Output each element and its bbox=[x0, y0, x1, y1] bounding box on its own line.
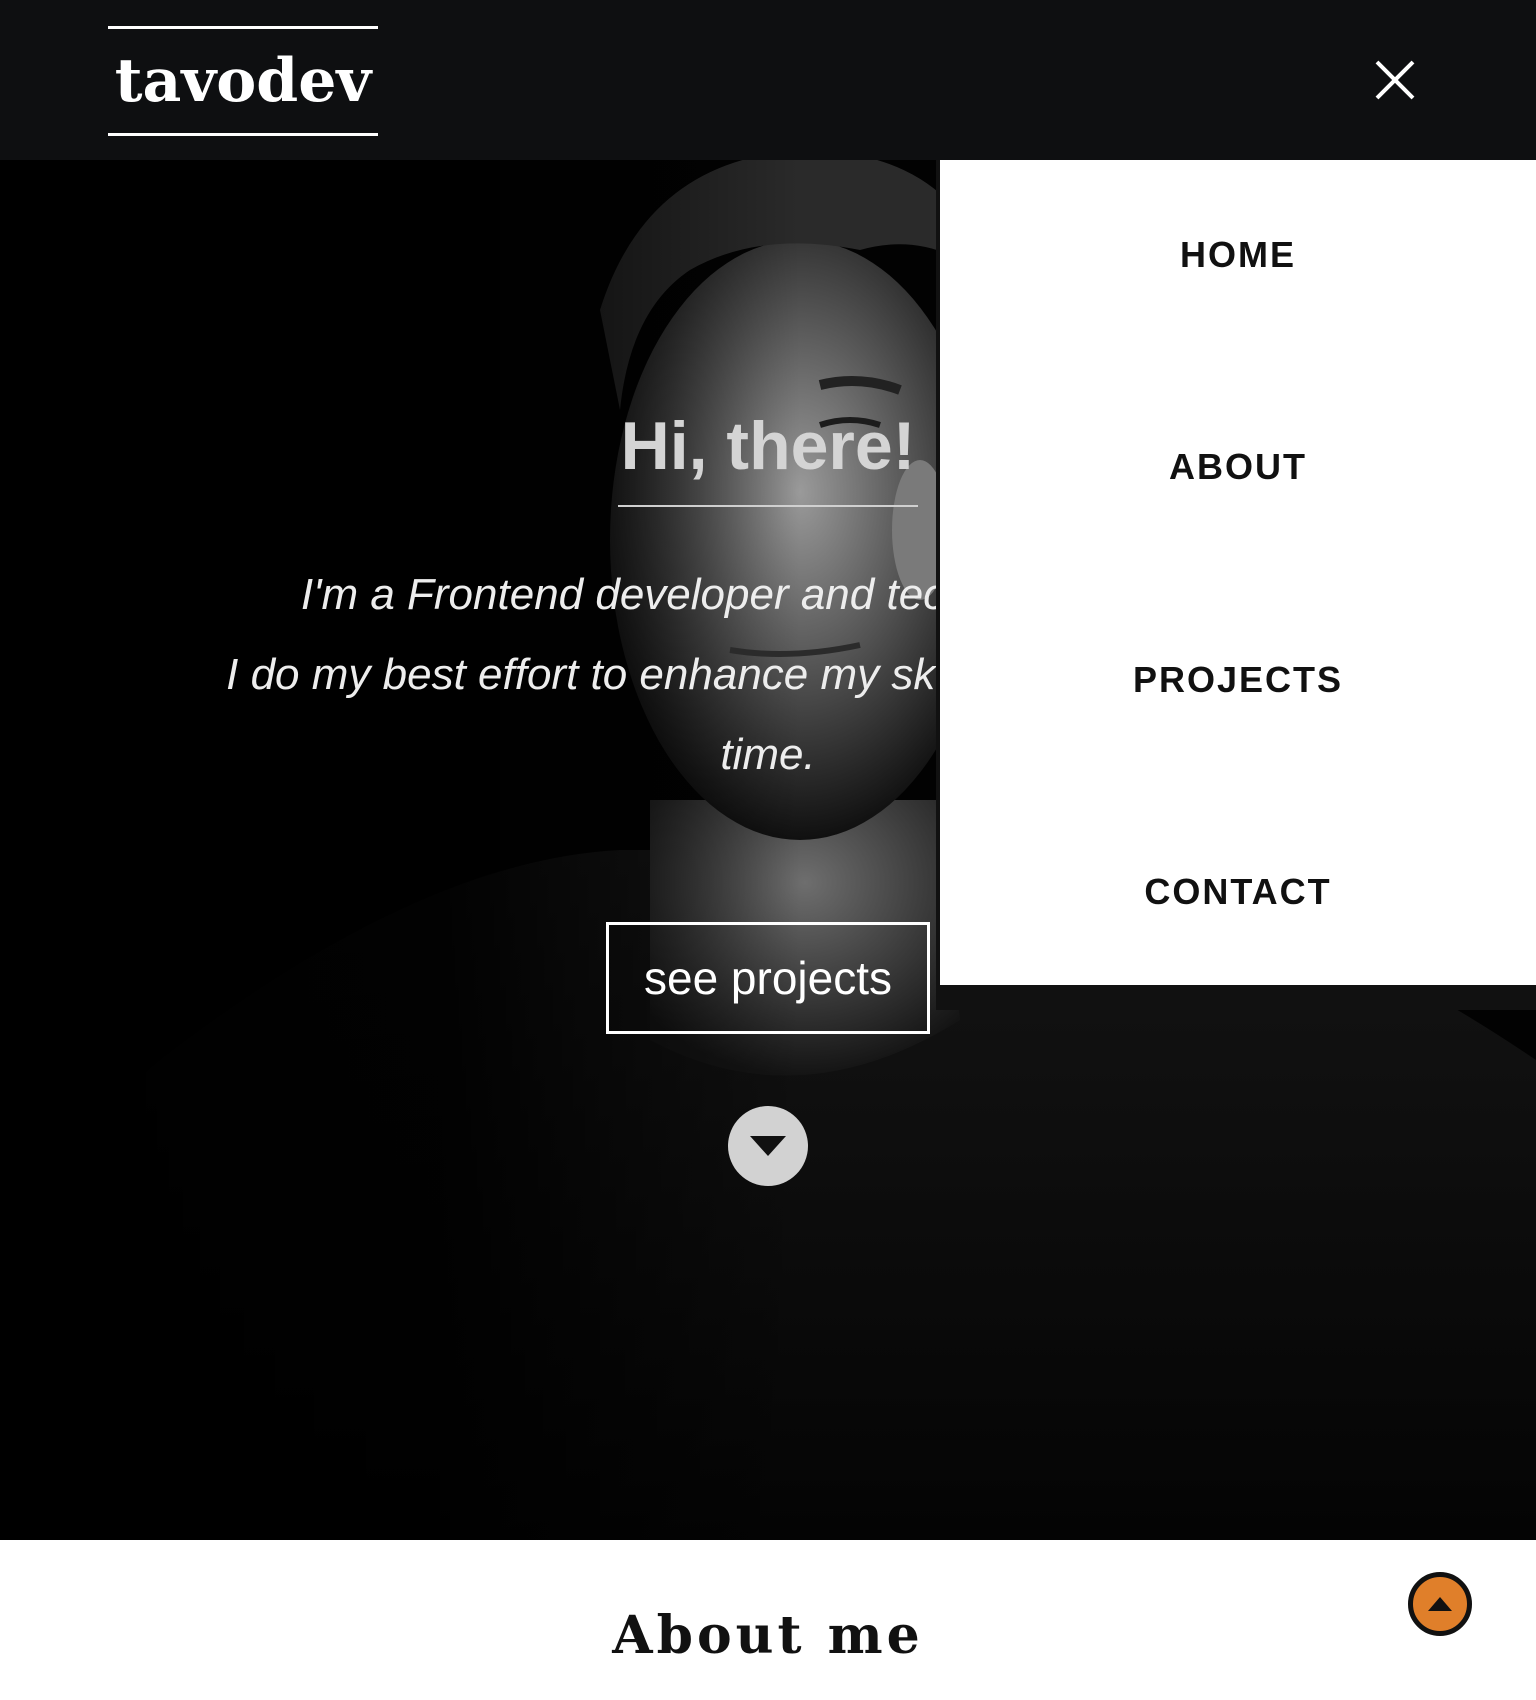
about-section: About me bbox=[0, 1540, 1536, 1700]
close-menu-button[interactable] bbox=[1373, 58, 1417, 102]
site-header: tavodev bbox=[0, 0, 1536, 160]
scroll-down-button[interactable] bbox=[728, 1106, 808, 1186]
hero-title: Hi, there! bbox=[620, 408, 916, 484]
caret-up-icon bbox=[1428, 1597, 1452, 1611]
logo[interactable]: tavodev bbox=[108, 26, 378, 136]
nav-item-projects[interactable]: PROJECTS bbox=[940, 630, 1536, 730]
hero-title-underline bbox=[618, 505, 918, 507]
nav-menu: HOME ABOUT PROJECTS CONTACT bbox=[940, 160, 1536, 985]
close-icon bbox=[1375, 60, 1415, 100]
logo-text: tavodev bbox=[114, 46, 372, 116]
nav-item-about[interactable]: ABOUT bbox=[940, 417, 1536, 517]
nav-item-contact[interactable]: CONTACT bbox=[940, 842, 1536, 942]
caret-down-icon bbox=[750, 1136, 786, 1156]
see-projects-button[interactable]: see projects bbox=[606, 922, 930, 1034]
back-to-top-button[interactable] bbox=[1408, 1572, 1472, 1636]
about-title: About me bbox=[612, 1605, 924, 1666]
nav-item-home[interactable]: HOME bbox=[940, 205, 1536, 305]
